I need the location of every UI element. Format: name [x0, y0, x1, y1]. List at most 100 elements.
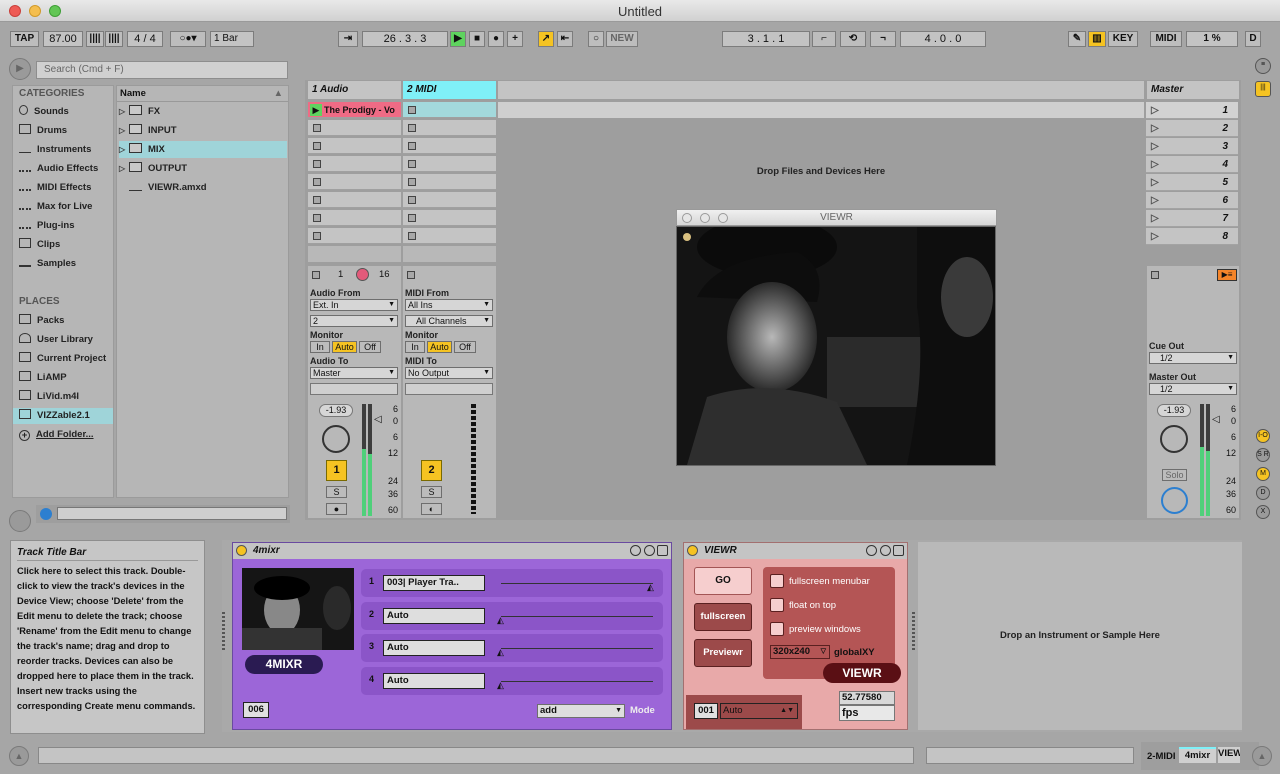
- volume-field[interactable]: -1.93: [319, 404, 353, 417]
- slider-handle-icon[interactable]: ◭: [647, 582, 654, 593]
- category-plugins[interactable]: Plug-ins: [19, 218, 74, 234]
- add-folder-link[interactable]: + Add Folder...: [19, 427, 94, 443]
- device-save-icon[interactable]: [657, 545, 668, 556]
- stop-button-icon[interactable]: [408, 196, 416, 204]
- delay-toggle-icon[interactable]: D: [1256, 486, 1270, 500]
- time-signature-field[interactable]: 4 / 4: [127, 31, 163, 47]
- back-to-arrangement-icon[interactable]: ⇤: [557, 31, 573, 47]
- preview-icon[interactable]: [40, 508, 52, 520]
- clip-fade-icon[interactable]: ▶≡: [1217, 269, 1237, 281]
- arm-button[interactable]: ●: [326, 503, 347, 515]
- fullscreen-button[interactable]: fullscreen: [694, 603, 752, 631]
- track-title-master[interactable]: Master: [1147, 81, 1239, 99]
- preview-bar[interactable]: [57, 507, 287, 520]
- play-icon[interactable]: ▶: [450, 31, 466, 47]
- stop-button-icon[interactable]: [313, 124, 321, 132]
- clip-slot[interactable]: [308, 174, 401, 190]
- folder-mix[interactable]: ▷ MIX: [119, 141, 287, 158]
- stop-button-icon[interactable]: [408, 106, 416, 114]
- clip-slot[interactable]: [308, 120, 401, 136]
- search-input[interactable]: Search (Cmd + F): [36, 61, 288, 79]
- mixer-toggle-icon[interactable]: M: [1256, 467, 1270, 481]
- audio-channel-select[interactable]: 2: [310, 315, 398, 327]
- audio-from-select[interactable]: Ext. In: [310, 299, 398, 311]
- place-packs[interactable]: Packs: [19, 313, 64, 329]
- nudge-up-icon[interactable]: ||||: [105, 31, 123, 47]
- category-audio-effects[interactable]: Audio Effects: [19, 161, 98, 177]
- place-user-library[interactable]: User Library: [19, 332, 93, 348]
- audio-to-select[interactable]: Master: [310, 367, 398, 379]
- scene-launch-5[interactable]: ▷ 5: [1146, 174, 1238, 191]
- device-edit-icon[interactable]: [880, 545, 891, 556]
- device-title-bar[interactable]: 4mixr: [233, 543, 671, 559]
- opacity-slider[interactable]: [501, 583, 653, 584]
- place-vizzable[interactable]: VIZZable2.1: [13, 408, 113, 424]
- source-select[interactable]: Auto: [383, 640, 485, 656]
- track-activator-button[interactable]: 1: [326, 460, 347, 481]
- master-pan-knob-icon[interactable]: [1160, 425, 1188, 453]
- fullscreen-menubar-checkbox[interactable]: [770, 574, 784, 588]
- master-fader-handle-icon[interactable]: ◁: [1212, 414, 1220, 425]
- clip-slot[interactable]: [403, 138, 496, 154]
- key-map-button[interactable]: KEY: [1108, 31, 1138, 47]
- master-out-select[interactable]: 1/2: [1149, 383, 1237, 395]
- place-current-project[interactable]: Current Project: [19, 351, 106, 367]
- monitor-auto-button[interactable]: Auto: [427, 341, 452, 353]
- clip-slot[interactable]: [403, 120, 496, 136]
- monitor-in-button[interactable]: In: [310, 341, 330, 353]
- loop-switch-icon[interactable]: ⟲: [840, 31, 866, 47]
- send-knob-icon[interactable]: [356, 268, 369, 281]
- midi-to-select[interactable]: No Output: [405, 367, 493, 379]
- song-position-field[interactable]: 26 . 3 . 3: [362, 31, 448, 47]
- stop-button-icon[interactable]: [313, 142, 321, 150]
- device-edit-icon[interactable]: [644, 545, 655, 556]
- sends-toggle-icon[interactable]: S R: [1256, 448, 1270, 462]
- category-midi-effects[interactable]: MIDI Effects: [19, 180, 91, 196]
- clip-slot[interactable]: [308, 192, 401, 208]
- metronome-icon[interactable]: ○●▾: [170, 31, 206, 47]
- viewr-id-field[interactable]: 001: [694, 703, 718, 719]
- folder-input[interactable]: ▷ INPUT: [119, 122, 287, 139]
- monitor-off-button[interactable]: Off: [359, 341, 381, 353]
- selected-scene-row[interactable]: [498, 102, 1144, 118]
- loop-length-field[interactable]: 4 . 0 . 0: [900, 31, 986, 47]
- slider-handle-icon[interactable]: ◭: [497, 680, 504, 691]
- stop-button-icon[interactable]: [408, 178, 416, 186]
- loop-start-field[interactable]: 3 . 1 . 1: [722, 31, 810, 47]
- clip-slot[interactable]: [403, 174, 496, 190]
- stop-button-icon[interactable]: [408, 160, 416, 168]
- category-max-for-live[interactable]: Max for Live: [19, 199, 92, 215]
- track-activator-button[interactable]: 2: [421, 460, 442, 481]
- folder-output[interactable]: ▷ OUTPUT: [119, 160, 287, 177]
- device-power-icon[interactable]: [687, 545, 698, 556]
- track-title-midi[interactable]: 2 MIDI: [403, 81, 496, 99]
- stop-icon[interactable]: ■: [469, 31, 485, 47]
- clip-slot[interactable]: [308, 228, 401, 244]
- stop-button-icon[interactable]: [313, 160, 321, 168]
- stop-button-icon[interactable]: [313, 214, 321, 222]
- file-viewr-amxd[interactable]: VIEWR.amxd: [119, 179, 287, 196]
- resolution-select[interactable]: 320x240 ▽: [770, 645, 830, 659]
- midi-channel-select[interactable]: All Channels: [405, 315, 493, 327]
- track-title-audio[interactable]: 1 Audio: [308, 81, 401, 99]
- scene-launch-8[interactable]: ▷ 8: [1146, 228, 1238, 245]
- source-select[interactable]: 003| Player Tra..: [383, 575, 485, 591]
- scene-launch-1[interactable]: ▷ 1: [1146, 102, 1238, 119]
- tap-button[interactable]: TAP: [10, 31, 39, 47]
- clip-slot[interactable]: [403, 156, 496, 172]
- float-on-top-checkbox[interactable]: [770, 598, 784, 612]
- device-title-bar[interactable]: VIEWR: [684, 543, 907, 559]
- device-save-icon[interactable]: [893, 545, 904, 556]
- opacity-slider[interactable]: [501, 648, 653, 649]
- record-icon[interactable]: ●: [488, 31, 504, 47]
- cue-out-select[interactable]: 1/2: [1149, 352, 1237, 364]
- session-record-icon[interactable]: ○: [588, 31, 604, 47]
- midi-map-button[interactable]: MIDI: [1150, 31, 1182, 47]
- arm-button[interactable]: ◐: [421, 503, 442, 515]
- stop-all-icon[interactable]: [312, 271, 320, 279]
- folder-fx[interactable]: ▷ FX: [119, 103, 287, 120]
- clip-slot[interactable]: [308, 138, 401, 154]
- collapse-info-icon[interactable]: ▲: [9, 746, 29, 766]
- place-liamp[interactable]: LiAMP: [19, 370, 67, 386]
- clip-slot[interactable]: [308, 210, 401, 226]
